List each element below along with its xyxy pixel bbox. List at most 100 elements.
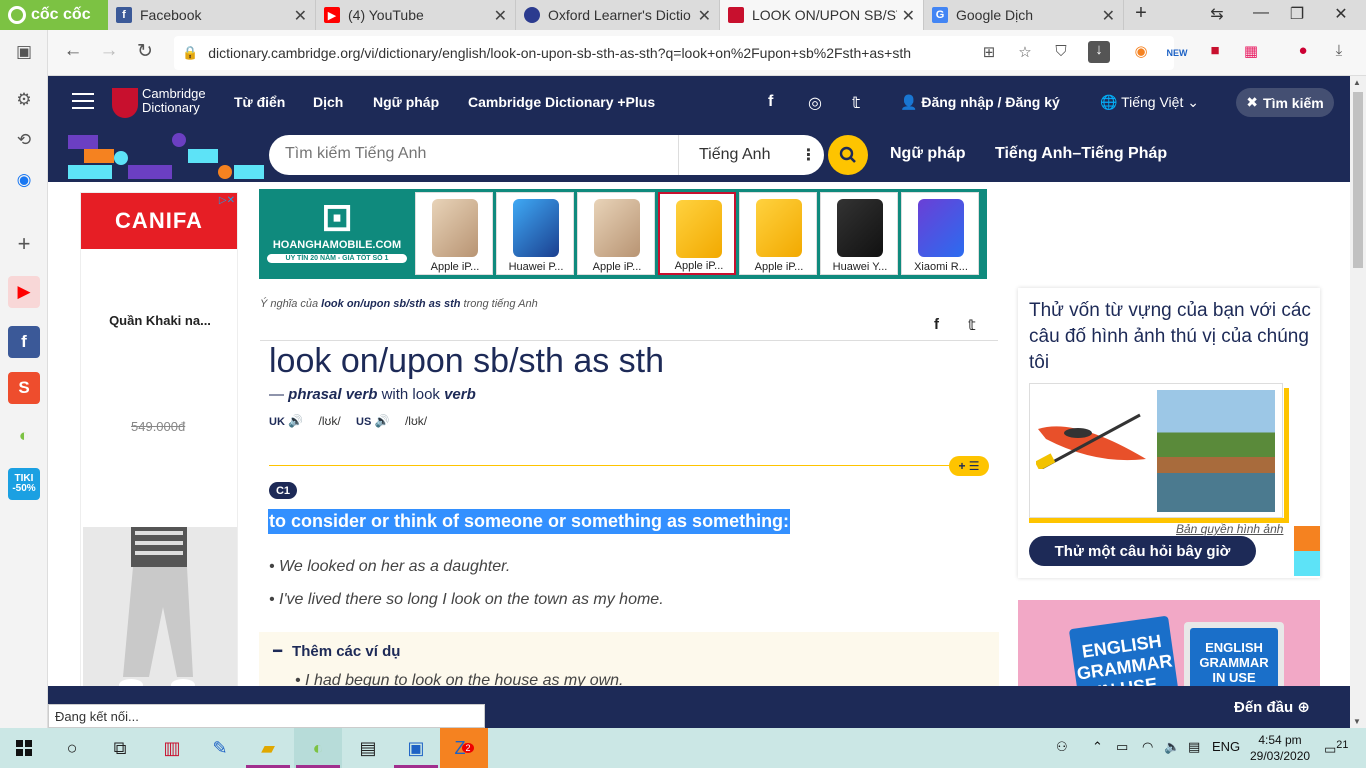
tab-facebook[interactable]: f Facebook ✕ — [108, 0, 316, 30]
scroll-down-icon[interactable]: ▼ — [1353, 717, 1361, 726]
reload-icon[interactable]: ↻ — [132, 40, 158, 63]
twitter-share-icon[interactable]: 𝕥 — [968, 316, 976, 334]
ad-phone[interactable]: Apple iP... — [577, 192, 655, 275]
ad-left[interactable]: CANIFA ▷✕ Quần Khaki na... 549.000đ — [80, 192, 238, 728]
history-icon[interactable]: ⟲ — [8, 124, 40, 156]
nav-dictionary[interactable]: Từ điển — [234, 94, 285, 110]
minimize-icon[interactable]: — — [1246, 4, 1276, 22]
coccoc-icon[interactable]: ◐ — [8, 420, 40, 452]
notes-icon[interactable]: ▤ — [344, 728, 392, 768]
keyboard-icon[interactable]: ▤ — [1188, 739, 1200, 755]
back-icon[interactable]: ← — [60, 40, 86, 62]
facebook-share-icon[interactable]: f — [934, 316, 939, 333]
speaker-us-icon[interactable]: 🔊 — [375, 414, 390, 428]
avatar[interactable]: ● — [1292, 42, 1314, 64]
menu-icon[interactable] — [72, 93, 94, 109]
search-toggle-button[interactable]: ✖ Tìm kiếm — [1236, 88, 1334, 117]
ad-phone[interactable]: Xiaomi R... — [901, 192, 979, 275]
volume-icon[interactable]: 🔈 — [1164, 739, 1180, 755]
download-icon[interactable]: ↓ — [1088, 41, 1110, 63]
scrollbar-thumb[interactable] — [1353, 92, 1363, 268]
tiki-icon[interactable]: TIKI -50% — [8, 468, 40, 500]
people-icon[interactable]: ⚇ — [1056, 739, 1068, 755]
translate-icon[interactable]: ⊞ — [978, 43, 1000, 65]
ad-phone[interactable]: Apple iP... — [739, 192, 817, 275]
quiz-start-button[interactable]: Thử một câu hỏi bây giờ — [1029, 536, 1256, 566]
download-arrow-icon[interactable]: ⤓ — [1328, 42, 1350, 64]
facebook-icon[interactable]: f — [768, 93, 773, 111]
news-icon[interactable]: NEW — [1166, 48, 1188, 70]
zalo-icon[interactable]: Z2 — [440, 728, 488, 768]
file-explorer-icon[interactable]: ▰ — [244, 728, 292, 768]
ad-phone[interactable]: Huawei P... — [496, 192, 574, 275]
tab-youtube[interactable]: ▶ (4) YouTube ✕ — [316, 0, 516, 30]
chevron-up-icon[interactable]: ⌃ — [1092, 739, 1103, 755]
instagram-icon[interactable]: ◎ — [808, 93, 822, 113]
shopee-icon[interactable]: S — [8, 372, 40, 404]
back-to-top-button[interactable]: Đến đầu ⊕ — [1234, 698, 1310, 716]
coccoc-icon[interactable]: ◐ — [294, 728, 342, 768]
tab-cambridge[interactable]: LOOK ON/UPON SB/ST ✕ — [720, 0, 924, 30]
close-window-icon[interactable]: ✕ — [1326, 4, 1356, 24]
nav-plus[interactable]: Cambridge Dictionary +Plus — [468, 94, 655, 110]
band-english-french-link[interactable]: Tiếng Anh–Tiếng Pháp — [995, 145, 1167, 163]
ad-phone[interactable]: Huawei Y... — [820, 192, 898, 275]
image-credits-link[interactable]: Bản quyền hình ảnh — [1176, 522, 1283, 536]
video-icon[interactable]: ■ — [1204, 42, 1226, 64]
band-grammar-link[interactable]: Ngữ pháp — [890, 145, 966, 163]
adchoices-icon[interactable]: ▷✕ — [219, 195, 235, 206]
clock[interactable]: 4:54 pm 29/03/2020 — [1250, 732, 1310, 764]
facebook-icon[interactable]: f — [8, 326, 40, 358]
maximize-icon[interactable]: ❐ — [1282, 4, 1312, 24]
shield-icon[interactable]: ⛉ — [1050, 43, 1072, 65]
more-examples-toggle[interactable]: ━ Thêm các ví dụ — [273, 642, 400, 660]
search-icon[interactable]: ○ — [48, 728, 96, 768]
search-button[interactable] — [828, 135, 868, 175]
sidebar-toggle-icon[interactable]: ▣ — [8, 36, 40, 68]
quiz-image[interactable] — [1029, 383, 1283, 518]
star-icon[interactable]: ☆ — [1014, 43, 1036, 65]
battery-icon[interactable]: ▭ — [1116, 739, 1128, 755]
add-icon[interactable]: + — [8, 228, 40, 260]
tab-oxford[interactable]: Oxford Learner's Dictio ✕ — [516, 0, 720, 30]
app-icon[interactable]: ▥ — [148, 728, 196, 768]
app-icon[interactable]: ▣ — [392, 728, 440, 768]
extension-icon[interactable]: ◉ — [1130, 42, 1152, 64]
task-view-icon[interactable]: ⧉ — [96, 728, 144, 768]
site-logo[interactable]: Cambridge Dictionary — [142, 87, 206, 115]
language-selector[interactable]: 🌐 Tiếng Việt ⌄ — [1100, 94, 1199, 111]
close-icon[interactable]: ✕ — [494, 6, 507, 26]
search-language-select[interactable]: Tiếng Anh ⋮ — [678, 135, 824, 175]
coccoc-menu-button[interactable]: cốc cốc — [0, 0, 108, 30]
twitter-icon[interactable]: 𝕥 — [852, 93, 860, 113]
scroll-up-icon[interactable]: ▲ — [1353, 78, 1361, 87]
youtube-icon[interactable]: ▶ — [8, 276, 40, 308]
close-icon[interactable]: ✕ — [902, 6, 915, 26]
apps-icon[interactable]: ▦ — [1240, 42, 1262, 64]
input-language[interactable]: ENG — [1212, 739, 1240, 754]
notification-icon[interactable]: ▭21 — [1324, 739, 1348, 757]
nav-grammar[interactable]: Ngữ pháp — [373, 94, 439, 110]
ad-top-banner[interactable]: ⊡ HOANGHAMOBILE.COM UY TÍN 20 NĂM - GIÁ … — [259, 189, 987, 279]
nav-translate[interactable]: Dịch — [313, 94, 343, 110]
speaker-uk-icon[interactable]: 🔊 — [288, 414, 303, 428]
paint-icon[interactable]: ✎ — [196, 728, 244, 768]
messenger-icon[interactable]: ◉ — [8, 164, 40, 196]
add-to-wordlist-button[interactable]: + ☰ — [949, 456, 989, 476]
tab-google-translate[interactable]: G Google Dịch ✕ — [924, 0, 1124, 30]
wifi-icon[interactable]: ◠ — [1142, 739, 1153, 755]
forward-icon[interactable]: → — [96, 40, 122, 62]
ad-phone[interactable]: Apple iP... — [658, 192, 736, 275]
restore-tabs-icon[interactable]: ⇆ — [1202, 4, 1232, 24]
pos-type[interactable]: phrasal verb — [288, 386, 377, 403]
ad-phone[interactable]: Apple iP... — [415, 192, 493, 275]
search-input[interactable] — [285, 145, 665, 163]
pos-verb[interactable]: verb — [444, 386, 476, 403]
new-tab-button[interactable]: + — [1126, 2, 1156, 25]
close-icon[interactable]: ✕ — [698, 6, 711, 26]
close-icon[interactable]: ✕ — [1102, 6, 1115, 26]
close-icon[interactable]: ✕ — [294, 6, 307, 26]
page-scrollbar[interactable]: ▲ ▼ — [1350, 76, 1366, 728]
login-link[interactable]: 👤 Đăng nhập / Đăng ký — [900, 94, 1060, 111]
windows-start-icon[interactable] — [0, 728, 48, 768]
